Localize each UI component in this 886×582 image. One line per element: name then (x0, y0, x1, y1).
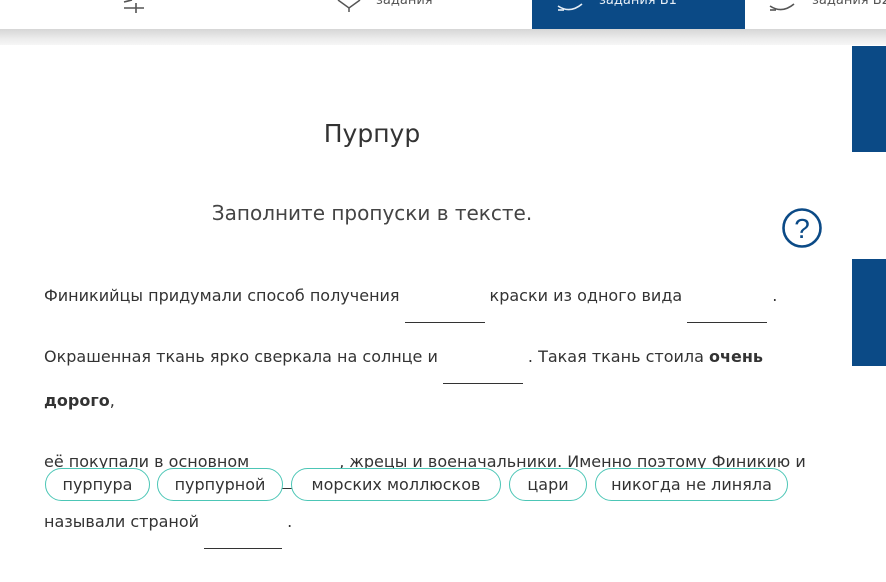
text-segment: Окрашенная ткань ярко сверкала на солнце… (44, 346, 438, 366)
side-panel-tab-lower[interactable] (852, 259, 886, 366)
tab-tasks-b2[interactable]: задания В2 (768, 0, 886, 29)
option-chip[interactable]: никогда не линяла (595, 468, 788, 501)
tab-tasks-b1[interactable]: задания В1 (532, 0, 745, 29)
text-segment: . (772, 286, 778, 305)
page-title: Пурпур (323, 119, 421, 148)
fill-in-text: Финикийцы придумали способ получения крас… (44, 258, 824, 549)
svg-text:?: ? (794, 213, 810, 244)
option-chip[interactable]: цари (509, 468, 587, 501)
refresh-icon (769, 3, 795, 11)
blank-slot-5[interactable] (204, 506, 283, 549)
option-chip[interactable]: морских моллюсков (291, 468, 501, 501)
blank-slot-2[interactable] (687, 280, 768, 323)
text-segment: , (109, 391, 115, 410)
task-instruction: Заполните пропуски в тексте. (211, 201, 533, 225)
text-segment: . Такая ткань стоила (527, 346, 704, 366)
blank-slot-1[interactable] (404, 280, 485, 323)
text-segment: Финикийцы придумали способ получения (44, 286, 400, 305)
option-chip[interactable]: пурпурной (157, 468, 283, 501)
text-segment: называли страной (44, 512, 200, 531)
text-segment: краски из одного вида (489, 286, 683, 305)
tab-tasks-b2-label: задания В2 (812, 0, 886, 8)
text-segment: . (287, 512, 293, 531)
side-panel-tab-upper[interactable] (852, 46, 886, 152)
top-navigation: задания задания В1 задания В2 (0, 0, 886, 29)
cube-icon (337, 0, 361, 12)
topbar-shadow (0, 29, 886, 45)
help-icon[interactable]: ? (782, 208, 822, 248)
tab-tasks-b1-label: задания В1 (599, 0, 677, 8)
edit-icon[interactable] (122, 0, 148, 14)
blank-slot-3[interactable] (442, 341, 523, 384)
option-chip[interactable]: пурпура (45, 468, 150, 501)
tab-tasks-label: задания (376, 0, 433, 8)
tab-tasks[interactable]: задания (336, 0, 486, 29)
refresh-icon (557, 3, 583, 11)
